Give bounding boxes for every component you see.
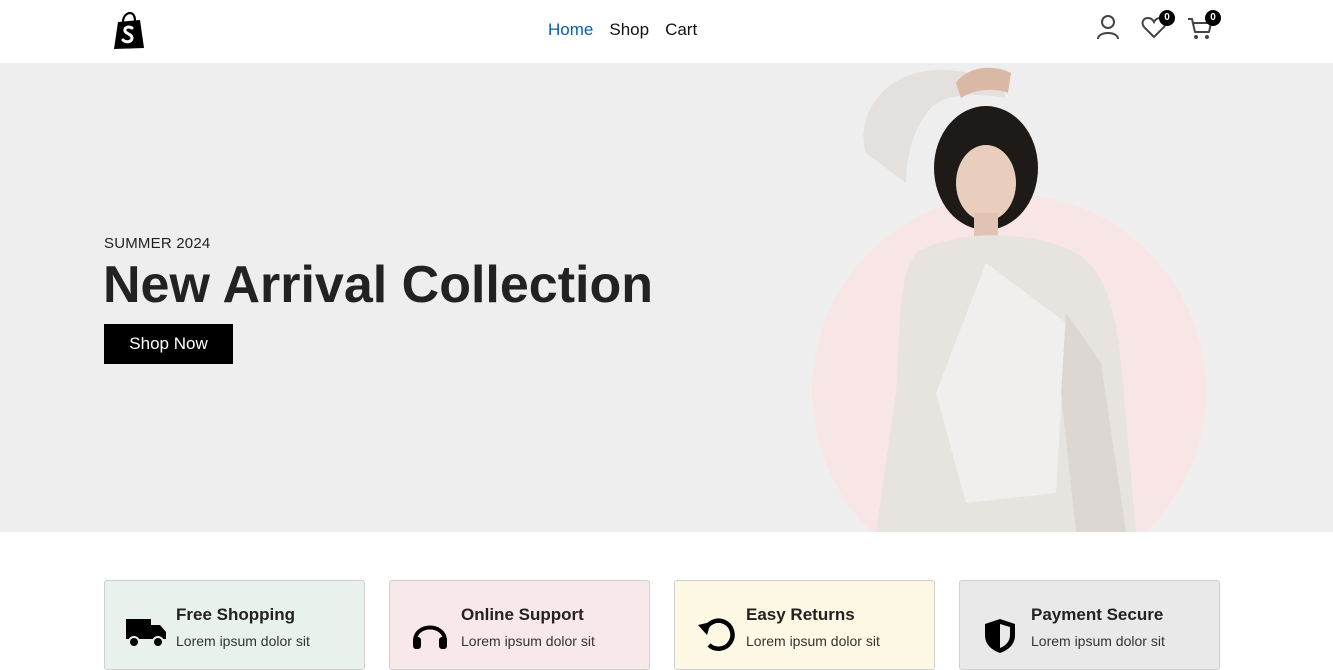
- feature-card-easy-returns: Easy Returns Lorem ipsum dolor sit: [674, 580, 935, 670]
- hero-title: New Arrival Collection: [103, 256, 653, 314]
- feature-card-online-support: Online Support Lorem ipsum dolor sit: [389, 580, 650, 670]
- nav-shop[interactable]: Shop: [609, 20, 649, 40]
- wishlist-button[interactable]: 0: [1140, 10, 1175, 41]
- return-icon: [698, 618, 735, 651]
- feature-title: Online Support: [461, 605, 584, 624]
- shield-icon: [985, 619, 1015, 653]
- hero-banner: SUMMER 2024 New Arrival Collection Shop …: [0, 63, 1333, 532]
- feature-title: Payment Secure: [1031, 605, 1164, 624]
- feature-card-free-shopping: Free Shopping Lorem ipsum dolor sit: [104, 580, 365, 670]
- account-button[interactable]: [1094, 13, 1122, 41]
- main-nav: Home Shop Cart: [548, 20, 697, 40]
- feature-card-payment-secure: Payment Secure Lorem ipsum dolor sit: [959, 580, 1220, 670]
- wishlist-count-badge: 0: [1159, 10, 1175, 26]
- hero-model-image: [863, 67, 1136, 532]
- truck-icon: [126, 619, 166, 648]
- user-icon: [1097, 15, 1119, 40]
- nav-cart[interactable]: Cart: [665, 20, 697, 40]
- site-header: Home Shop Cart 0 0: [0, 0, 1333, 63]
- feature-title: Easy Returns: [746, 605, 855, 624]
- cart-count-badge: 0: [1205, 10, 1221, 26]
- shopify-logo-icon[interactable]: [112, 12, 146, 50]
- headset-icon: [413, 625, 447, 649]
- cart-button[interactable]: 0: [1186, 10, 1221, 41]
- header-icons: 0 0: [1094, 10, 1221, 41]
- shop-now-button[interactable]: Shop Now: [104, 324, 233, 364]
- feature-title: Free Shopping: [176, 605, 295, 624]
- nav-home[interactable]: Home: [548, 20, 593, 40]
- hero-subtitle: SUMMER 2024: [104, 235, 211, 252]
- feature-cards: Free Shopping Lorem ipsum dolor sit Onli…: [104, 580, 1220, 670]
